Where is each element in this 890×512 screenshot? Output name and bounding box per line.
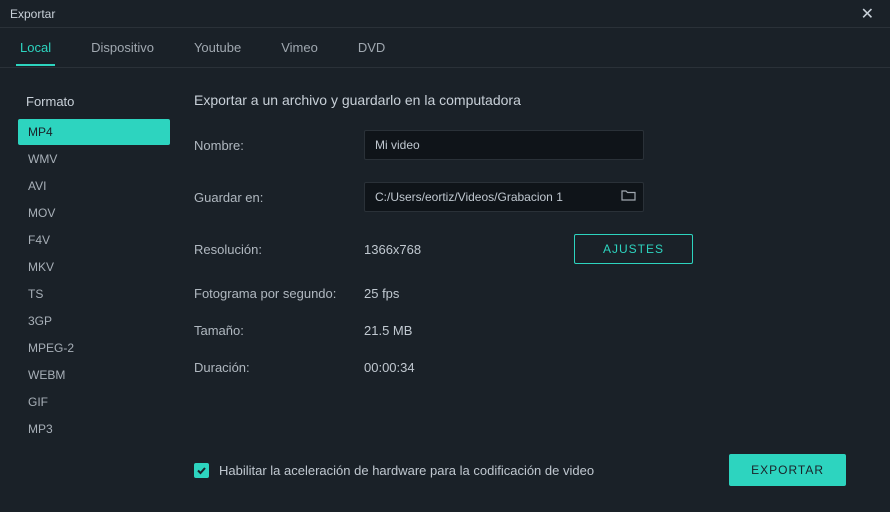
ajustes-button[interactable]: AJUSTES (574, 234, 693, 264)
row-fps: Fotograma por segundo: 25 fps (194, 286, 872, 301)
export-dialog: Exportar ✕ Local Dispositivo Youtube Vim… (0, 0, 890, 512)
export-button[interactable]: EXPORTAR (729, 454, 846, 486)
save-label: Guardar en: (194, 190, 364, 205)
duration-label: Duración: (194, 360, 364, 375)
format-item-mp4[interactable]: MP4 (18, 119, 170, 145)
duration-value: 00:00:34 (364, 360, 415, 375)
save-path-wrap (364, 182, 644, 212)
row-resolution: Resolución: 1366x768 AJUSTES (194, 234, 872, 264)
tab-local[interactable]: Local (16, 30, 55, 65)
tab-vimeo[interactable]: Vimeo (277, 30, 322, 65)
hw-accel-label: Habilitar la aceleración de hardware par… (219, 463, 594, 478)
size-label: Tamaño: (194, 323, 364, 338)
format-item-f4v[interactable]: F4V (18, 227, 170, 253)
titlebar: Exportar ✕ (0, 0, 890, 28)
tab-youtube[interactable]: Youtube (190, 30, 245, 65)
sidebar-title: Formato (18, 88, 170, 119)
close-icon[interactable]: ✕ (855, 2, 880, 26)
check-icon (196, 465, 207, 476)
format-item-avi[interactable]: AVI (18, 173, 170, 199)
format-item-gif[interactable]: GIF (18, 389, 170, 415)
row-duration: Duración: 00:00:34 (194, 360, 872, 375)
tab-dvd[interactable]: DVD (354, 30, 389, 65)
row-save: Guardar en: (194, 182, 872, 212)
format-item-mkv[interactable]: MKV (18, 254, 170, 280)
format-item-wmv[interactable]: WMV (18, 146, 170, 172)
tab-dispositivo[interactable]: Dispositivo (87, 30, 158, 65)
fps-label: Fotograma por segundo: (194, 286, 364, 301)
tabbar: Local Dispositivo Youtube Vimeo DVD (0, 28, 890, 68)
format-item-3gp[interactable]: 3GP (18, 308, 170, 334)
fps-value: 25 fps (364, 286, 399, 301)
row-name: Nombre: (194, 130, 872, 160)
window-title: Exportar (10, 7, 55, 21)
hw-accel-checkbox[interactable] (194, 463, 209, 478)
resolution-label: Resolución: (194, 242, 364, 257)
hw-accel-row: Habilitar la aceleración de hardware par… (194, 463, 594, 478)
size-value: 21.5 MB (364, 323, 412, 338)
main-panel: Exportar a un archivo y guardarlo en la … (194, 88, 872, 500)
main-title: Exportar a un archivo y guardarlo en la … (194, 88, 872, 108)
dialog-body: Formato MP4 WMV AVI MOV F4V MKV TS 3GP M… (0, 68, 890, 512)
name-input[interactable] (364, 130, 644, 160)
format-item-mov[interactable]: MOV (18, 200, 170, 226)
name-label: Nombre: (194, 138, 364, 153)
footer: Habilitar la aceleración de hardware par… (194, 446, 872, 500)
save-path-input[interactable] (364, 182, 644, 212)
format-item-webm[interactable]: WEBM (18, 362, 170, 388)
format-item-mp3[interactable]: MP3 (18, 416, 170, 442)
format-item-mpeg2[interactable]: MPEG-2 (18, 335, 170, 361)
resolution-value: 1366x768 (364, 242, 534, 257)
row-size: Tamaño: 21.5 MB (194, 323, 872, 338)
format-item-ts[interactable]: TS (18, 281, 170, 307)
folder-icon[interactable] (621, 188, 636, 206)
format-sidebar: Formato MP4 WMV AVI MOV F4V MKV TS 3GP M… (18, 88, 170, 500)
